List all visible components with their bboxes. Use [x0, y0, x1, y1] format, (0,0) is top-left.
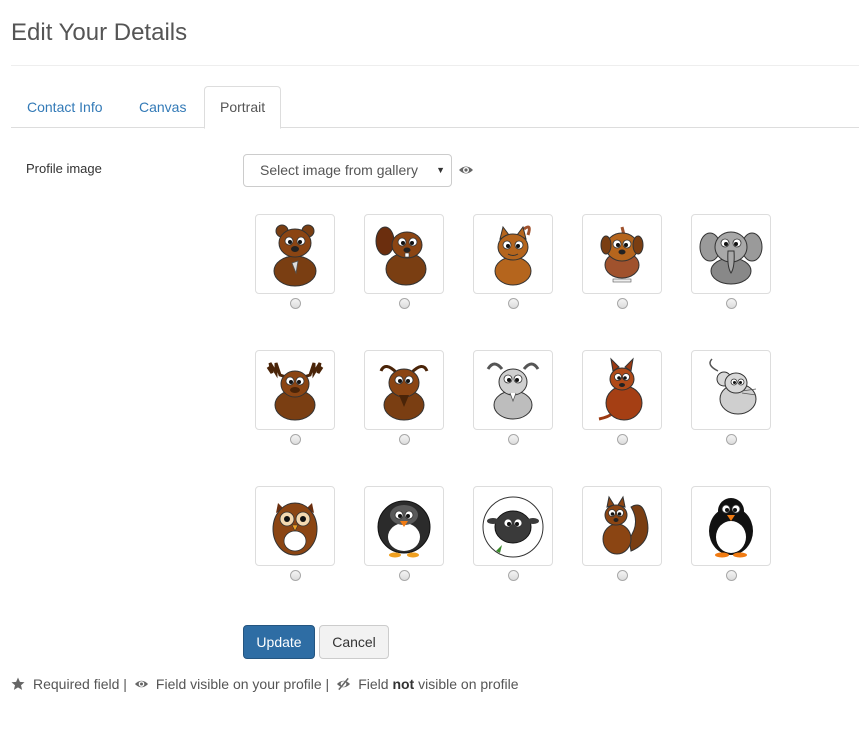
legend-not-visible-suffix: visible on profile: [418, 676, 519, 692]
gallery-radio[interactable]: [616, 298, 628, 309]
goat-thumbnail[interactable]: [473, 350, 553, 430]
cat-icon: [494, 225, 532, 286]
cancel-button[interactable]: Cancel: [319, 625, 389, 659]
gallery-item-moose: [255, 350, 335, 445]
gallery-item-sheep: [473, 486, 553, 581]
gallery-item-kangaroo: [582, 350, 662, 445]
gallery-radio[interactable]: [289, 570, 301, 581]
title-divider: [11, 65, 859, 66]
dog-thumbnail[interactable]: [582, 214, 662, 294]
mouse-icon: [709, 358, 757, 415]
penguin-thumbnail[interactable]: [691, 486, 771, 566]
gallery-radio[interactable]: [398, 298, 410, 309]
owl-icon: [272, 502, 318, 556]
gallery-item-penguin: [691, 486, 771, 581]
penguin-icon: [709, 498, 753, 558]
gallery-radio[interactable]: [616, 570, 628, 581]
goat-icon: [486, 362, 540, 420]
beaver-thumbnail[interactable]: [364, 214, 444, 294]
field-legend: Required field | Field visible on your p…: [11, 676, 519, 692]
gallery-item-cat: [473, 214, 553, 309]
legend-visible: Field visible on your profile |: [155, 676, 330, 692]
gallery-radio[interactable]: [507, 434, 519, 445]
gallery-radio[interactable]: [725, 434, 737, 445]
kangaroo-thumbnail[interactable]: [582, 350, 662, 430]
star-icon: [11, 677, 25, 691]
image-source-select[interactable]: Select image from gallery ▼: [243, 154, 452, 187]
gallery-item-penguin-grey: [364, 486, 444, 581]
tab-canvas[interactable]: Canvas: [123, 86, 202, 128]
gallery-item-bear: [255, 214, 335, 309]
moose-thumbnail[interactable]: [255, 350, 335, 430]
legend-not-visible-prefix: Field: [358, 676, 389, 692]
eye-slash-icon: [336, 677, 351, 691]
tab-portrait[interactable]: Portrait: [204, 86, 282, 129]
gallery-radio[interactable]: [507, 570, 519, 581]
gallery-radio[interactable]: [725, 298, 737, 309]
squirrel-thumbnail[interactable]: [582, 486, 662, 566]
bear-thumbnail[interactable]: [255, 214, 335, 294]
tab-contact-info[interactable]: Contact Info: [11, 86, 119, 128]
gallery-radio[interactable]: [616, 434, 628, 445]
gnu-icon: [379, 365, 429, 421]
kangaroo-icon: [598, 357, 643, 421]
gallery-radio[interactable]: [398, 570, 410, 581]
gallery-item-mouse: [691, 350, 771, 445]
mouse-thumbnail[interactable]: [691, 350, 771, 430]
gallery-radio[interactable]: [725, 570, 737, 581]
gallery-item-elephant: [691, 214, 771, 309]
gallery-radio[interactable]: [398, 434, 410, 445]
chevron-down-icon: ▼: [436, 165, 445, 175]
sheep-icon: [482, 496, 544, 558]
gallery-radio[interactable]: [289, 434, 301, 445]
dog-icon: [600, 226, 644, 283]
gnu-thumbnail[interactable]: [364, 350, 444, 430]
penguin-grey-thumbnail[interactable]: [364, 486, 444, 566]
moose-icon: [266, 362, 324, 421]
update-button[interactable]: Update: [243, 625, 315, 659]
gallery-item-gnu: [364, 350, 444, 445]
image-source-select-value: Select image from gallery: [260, 162, 418, 178]
penguin-grey-icon: [377, 500, 431, 558]
gallery-radio[interactable]: [289, 298, 301, 309]
cat-thumbnail[interactable]: [473, 214, 553, 294]
elephant-thumbnail[interactable]: [691, 214, 771, 294]
gallery-item-goat: [473, 350, 553, 445]
gallery-radio[interactable]: [507, 298, 519, 309]
legend-required: Required field |: [33, 676, 127, 692]
eye-icon: [134, 677, 148, 691]
gallery-item-beaver: [364, 214, 444, 309]
legend-not-visible-bold: not: [392, 676, 415, 692]
gallery-item-dog: [582, 214, 662, 309]
elephant-icon: [699, 231, 763, 285]
profile-image-label: Profile image: [26, 161, 102, 176]
beaver-icon: [375, 226, 427, 286]
gallery-item-squirrel: [582, 486, 662, 581]
gallery-item-owl: [255, 486, 335, 581]
bear-icon: [273, 224, 317, 287]
squirrel-icon: [602, 495, 649, 555]
page-title: Edit Your Details: [11, 19, 188, 46]
eye-icon[interactable]: [458, 163, 474, 177]
sheep-thumbnail[interactable]: [473, 486, 553, 566]
owl-thumbnail[interactable]: [255, 486, 335, 566]
tab-bar: Contact Info Canvas Portrait: [11, 86, 859, 129]
